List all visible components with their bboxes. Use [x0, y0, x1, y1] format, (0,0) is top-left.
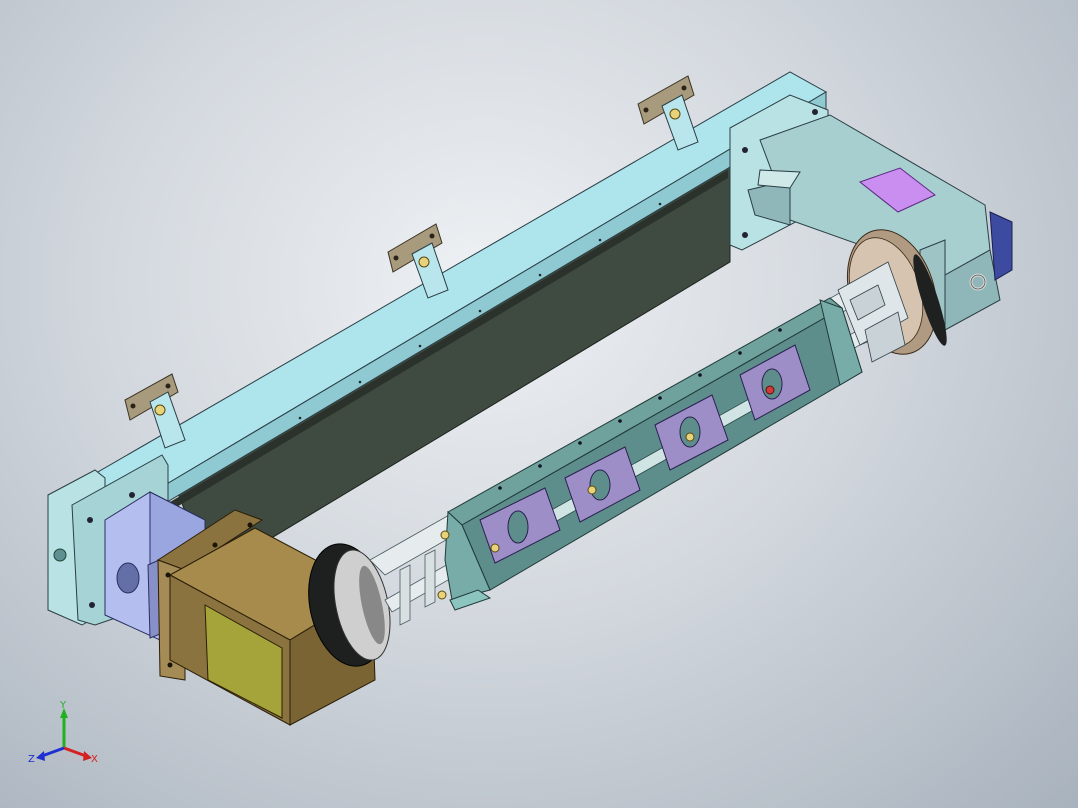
assembly-model[interactable]: Y X Z — [0, 0, 1078, 808]
cad-viewport[interactable]: Y X Z — [0, 0, 1078, 808]
mount-bracket-left[interactable] — [124, 373, 186, 449]
triad-x-label: X — [91, 754, 98, 765]
main-beam[interactable] — [57, 71, 828, 576]
triad-y-label: Y — [59, 700, 67, 711]
mount-bracket-right[interactable] — [637, 75, 699, 151]
triad-z-label: Z — [28, 754, 35, 765]
triad-axis-icon: Y X Z — [28, 700, 98, 770]
